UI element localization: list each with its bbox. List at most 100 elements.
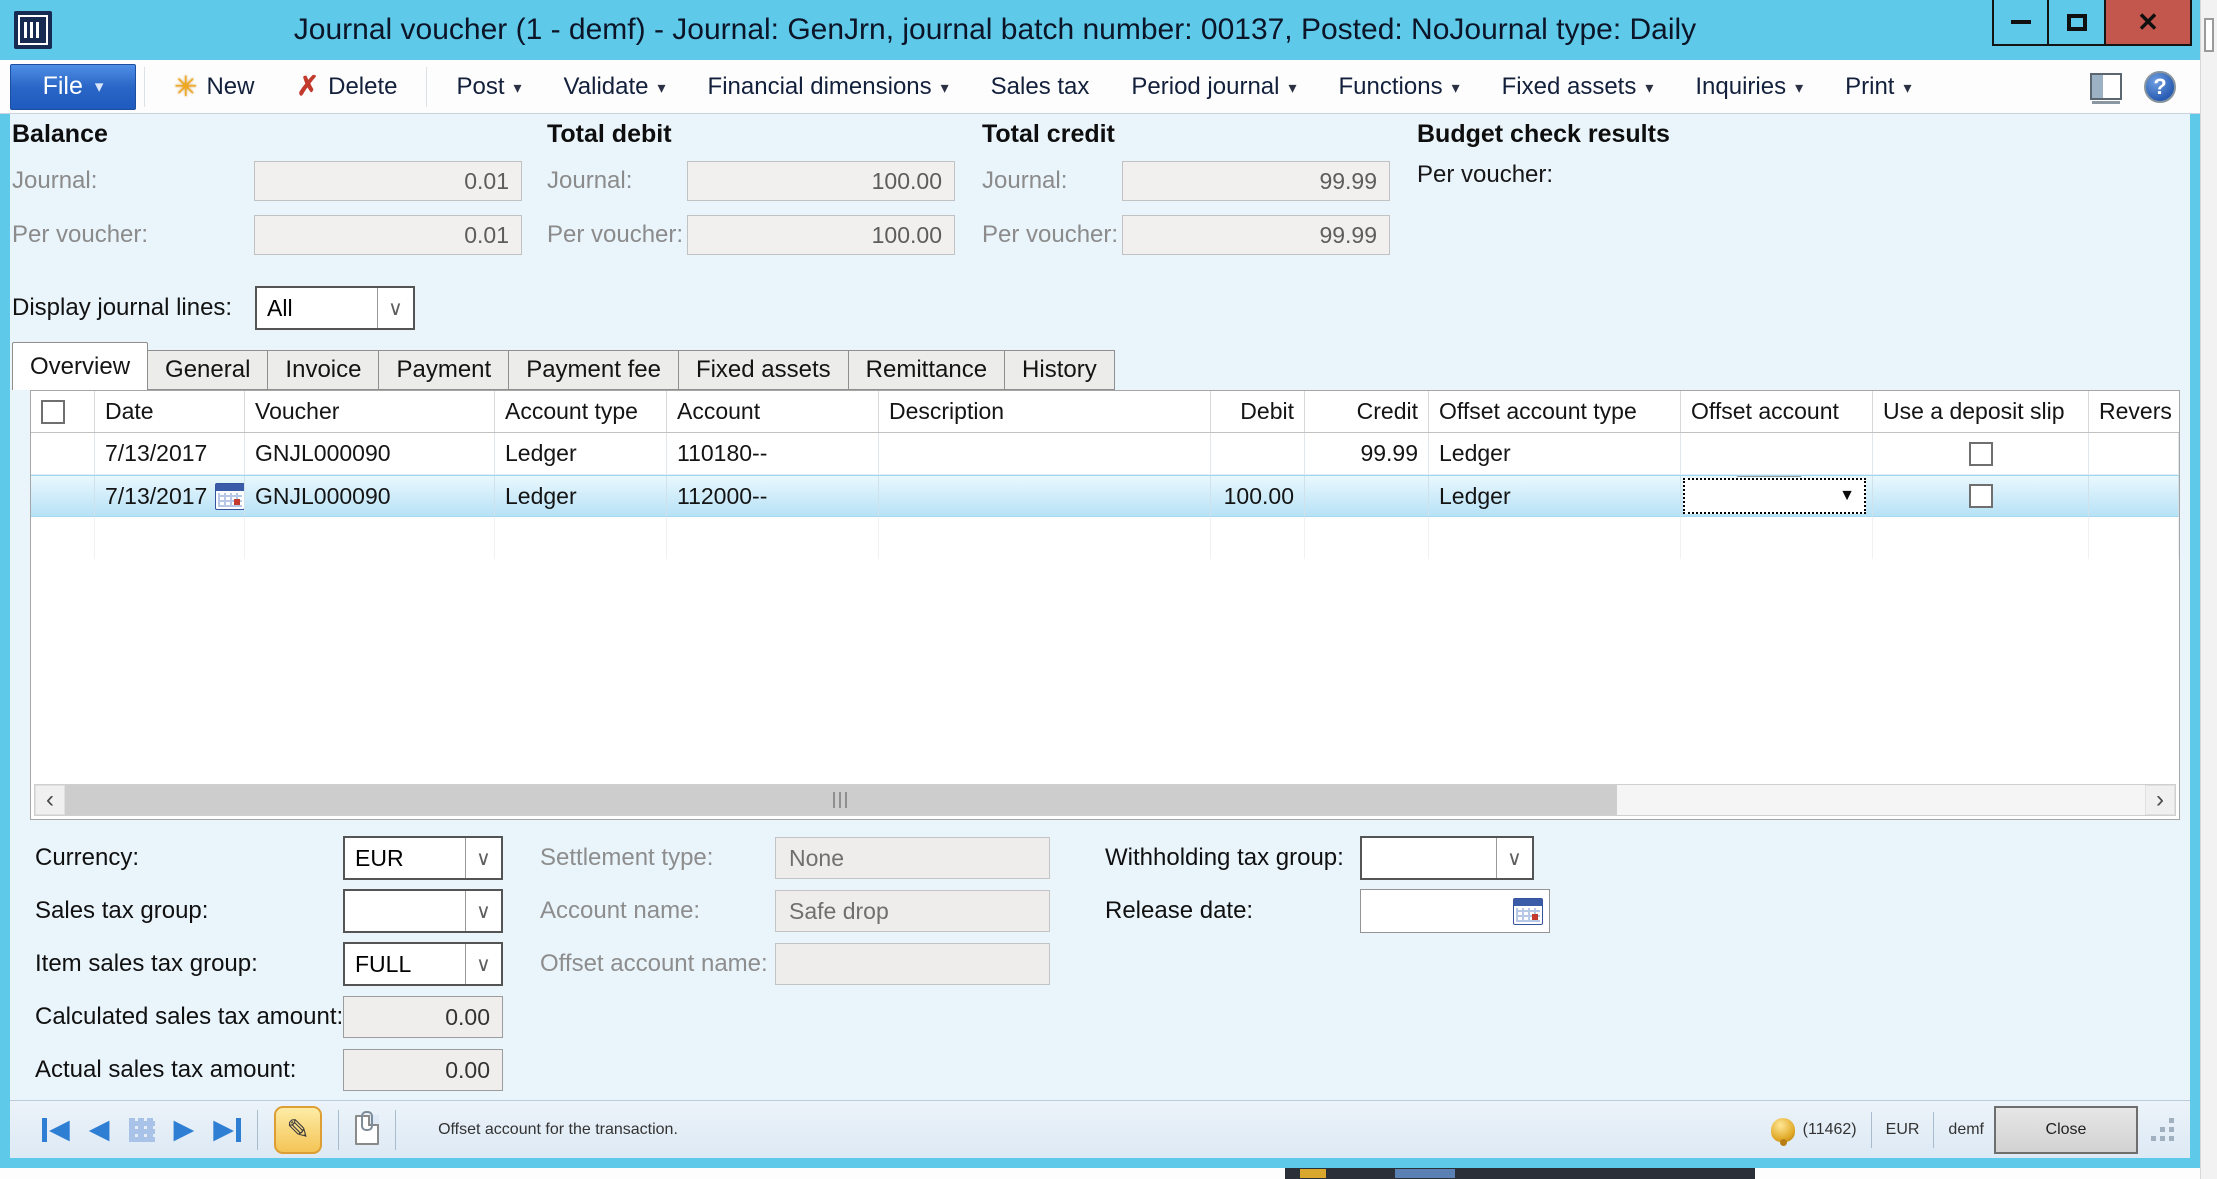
display-journal-lines-label: Display journal lines: bbox=[12, 294, 255, 322]
debit-cell[interactable]: 100.00 bbox=[1211, 476, 1305, 517]
horizontal-scrollbar[interactable]: ‹ › bbox=[34, 784, 2176, 816]
scrollbar-track[interactable] bbox=[1617, 785, 2145, 815]
description-cell[interactable] bbox=[879, 433, 1211, 475]
maximize-button[interactable] bbox=[2049, 0, 2106, 46]
col-header-use-deposit-slip[interactable]: Use a deposit slip bbox=[1873, 391, 2089, 432]
credit-cell[interactable] bbox=[1305, 476, 1429, 517]
grid-view-icon[interactable] bbox=[129, 1118, 155, 1142]
minimize-button[interactable] bbox=[1992, 0, 2049, 46]
menu-item-fixed-assets[interactable]: Fixed assets ▾ bbox=[1481, 64, 1675, 110]
select-all-checkbox[interactable] bbox=[41, 400, 65, 424]
tab-fixed-assets[interactable]: Fixed assets bbox=[679, 350, 849, 390]
account-cell[interactable]: 110180-- bbox=[667, 433, 879, 475]
scrollbar-thumb[interactable] bbox=[65, 785, 1617, 815]
tab-invoice[interactable]: Invoice bbox=[268, 350, 379, 390]
deposit-slip-checkbox[interactable] bbox=[1969, 442, 1993, 466]
menu-item-functions[interactable]: Functions ▾ bbox=[1318, 64, 1481, 110]
resize-grip[interactable] bbox=[2150, 1117, 2176, 1143]
menu-item-financial-dimensions[interactable]: Financial dimensions ▾ bbox=[687, 64, 970, 110]
tab-remittance[interactable]: Remittance bbox=[849, 350, 1005, 390]
account-type-cell[interactable]: Ledger bbox=[495, 476, 667, 517]
chevron-down-icon: ∨ bbox=[465, 838, 501, 878]
edit-record-button[interactable]: ✎ bbox=[274, 1106, 322, 1154]
menu-item-new[interactable]: ✳ New bbox=[153, 64, 275, 110]
voucher-cell[interactable]: GNJL000090 bbox=[245, 433, 495, 475]
account-type-cell[interactable]: Ledger bbox=[495, 433, 667, 475]
date-cell[interactable]: 7/13/2017 bbox=[95, 433, 245, 475]
col-header-date[interactable]: Date bbox=[95, 391, 245, 432]
reverse-cell[interactable] bbox=[2089, 433, 2179, 475]
chevron-down-icon: ▾ bbox=[1795, 78, 1803, 98]
menu-item-delete[interactable]: ✗ Delete bbox=[275, 64, 418, 110]
col-header-account-type[interactable]: Account type bbox=[495, 391, 667, 432]
col-header-reverse[interactable]: Revers bbox=[2089, 391, 2179, 432]
reverse-cell[interactable] bbox=[2089, 476, 2179, 517]
offset-account-editor[interactable]: ▼ bbox=[1683, 478, 1866, 514]
release-date-field[interactable] bbox=[1360, 889, 1550, 933]
calendar-icon[interactable] bbox=[1513, 898, 1543, 925]
scroll-left-arrow[interactable]: ‹ bbox=[35, 785, 65, 815]
menu-item-validate[interactable]: Validate ▾ bbox=[543, 64, 687, 110]
col-header-description[interactable]: Description bbox=[879, 391, 1211, 432]
tab-payment[interactable]: Payment bbox=[379, 350, 509, 390]
close-button[interactable]: ✕ bbox=[2106, 0, 2192, 46]
content-area: Balance Journal: 0.01 Per voucher: 0.01 … bbox=[10, 114, 2190, 1100]
status-separator bbox=[338, 1110, 339, 1150]
col-header-voucher[interactable]: Voucher bbox=[245, 391, 495, 432]
credit-cell[interactable]: 99.99 bbox=[1305, 433, 1429, 475]
voucher-cell[interactable]: GNJL000090 bbox=[245, 476, 495, 517]
grid-empty-space bbox=[31, 559, 2179, 781]
last-record-button[interactable]: ▶ bbox=[213, 1116, 241, 1143]
menu-item-sales-tax[interactable]: Sales tax bbox=[970, 64, 1111, 110]
table-row[interactable]: 7/13/2017 GNJL000090 Ledger 110180-- 99.… bbox=[31, 433, 2179, 475]
budget-check-summary: Budget check results Per voucher: bbox=[1417, 120, 1670, 189]
menu-item-post[interactable]: Post ▾ bbox=[435, 64, 542, 110]
status-hint-text: Offset account for the transaction. bbox=[438, 1121, 678, 1139]
close-form-button[interactable]: Close bbox=[1994, 1106, 2138, 1154]
table-row-selected[interactable]: 7/13/2017 GNJL000090 Ledger 112000-- 100… bbox=[31, 475, 2179, 517]
layout-panes-icon[interactable] bbox=[2090, 73, 2122, 100]
menu-item-print[interactable]: Print ▾ bbox=[1824, 64, 1932, 110]
sales-tax-group-select[interactable]: ∨ bbox=[343, 889, 503, 933]
col-header-offset-account[interactable]: Offset account bbox=[1681, 391, 1873, 432]
withholding-tax-group-select[interactable]: ∨ bbox=[1360, 836, 1534, 880]
tab-general[interactable]: General bbox=[148, 350, 268, 390]
status-company[interactable]: demf bbox=[1948, 1121, 1984, 1139]
tab-payment-fee[interactable]: Payment fee bbox=[509, 350, 679, 390]
item-sales-tax-group-select[interactable]: FULL ∨ bbox=[343, 942, 503, 986]
col-header-debit[interactable]: Debit bbox=[1211, 391, 1305, 432]
menu-item-period-journal[interactable]: Period journal ▾ bbox=[1110, 64, 1317, 110]
col-header-account[interactable]: Account bbox=[667, 391, 879, 432]
offset-account-type-cell[interactable]: Ledger bbox=[1429, 476, 1681, 517]
tab-history[interactable]: History bbox=[1005, 350, 1115, 390]
deposit-slip-checkbox[interactable] bbox=[1969, 484, 1993, 508]
first-record-button[interactable]: ◀ bbox=[42, 1116, 70, 1143]
next-record-button[interactable]: ▶ bbox=[174, 1116, 195, 1143]
credit-journal-field: 99.99 bbox=[1122, 161, 1390, 201]
display-journal-lines-select[interactable]: All ∨ bbox=[255, 286, 415, 330]
notifications-bell-icon[interactable] bbox=[1771, 1118, 1795, 1142]
attachment-icon[interactable] bbox=[355, 1115, 379, 1145]
help-icon[interactable]: ? bbox=[2144, 71, 2176, 103]
currency-select[interactable]: EUR ∨ bbox=[343, 836, 503, 880]
statusbar-right: (11462) EUR demf Close bbox=[1771, 1106, 2176, 1154]
date-cell[interactable]: 7/13/2017 bbox=[95, 476, 245, 517]
description-cell[interactable] bbox=[879, 476, 1211, 517]
scroll-right-arrow[interactable]: › bbox=[2145, 785, 2175, 815]
account-cell[interactable]: 112000-- bbox=[667, 476, 879, 517]
tab-overview[interactable]: Overview bbox=[12, 342, 148, 390]
dropdown-caret-icon[interactable]: ▼ bbox=[1830, 487, 1864, 505]
notification-count[interactable]: (11462) bbox=[1803, 1121, 1857, 1139]
background-window-edge bbox=[2200, 0, 2217, 1179]
offset-account-cell[interactable] bbox=[1681, 433, 1873, 475]
calendar-icon[interactable] bbox=[215, 483, 245, 510]
previous-record-button[interactable]: ◀ bbox=[89, 1116, 110, 1143]
col-header-offset-account-type[interactable]: Offset account type bbox=[1429, 391, 1681, 432]
lookup-flyout-handle[interactable] bbox=[1737, 476, 1801, 477]
col-header-credit[interactable]: Credit bbox=[1305, 391, 1429, 432]
offset-account-type-cell[interactable]: Ledger bbox=[1429, 433, 1681, 475]
debit-cell[interactable] bbox=[1211, 433, 1305, 475]
menu-item-inquiries[interactable]: Inquiries ▾ bbox=[1674, 64, 1824, 110]
file-menu-button[interactable]: File ▾ bbox=[10, 64, 136, 110]
status-currency[interactable]: EUR bbox=[1886, 1121, 1920, 1139]
